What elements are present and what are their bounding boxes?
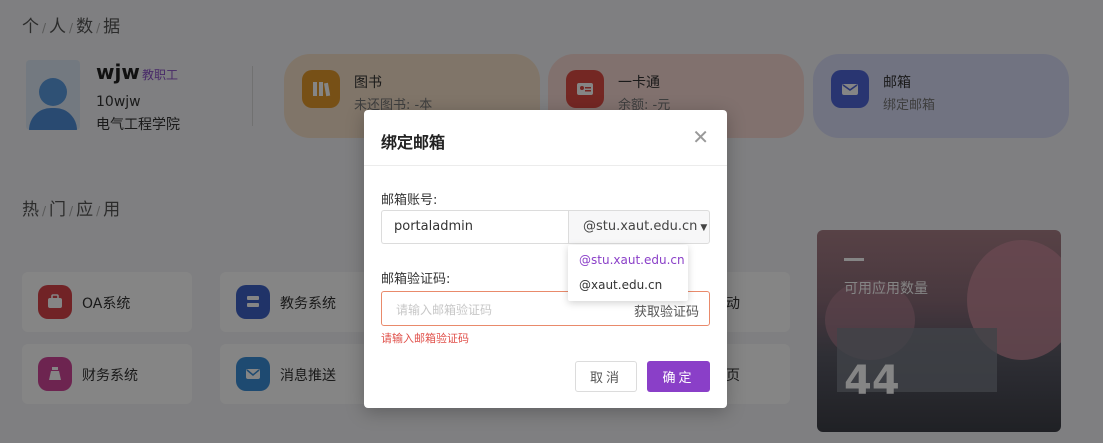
domain-option[interactable]: @xaut.edu.cn <box>579 278 662 292</box>
caret-down-icon: ▼ <box>700 223 708 233</box>
cancel-button[interactable]: 取消 <box>575 361 637 392</box>
dialog-header: 绑定邮箱 ✕ <box>364 110 727 166</box>
domain-option[interactable]: @stu.xaut.edu.cn <box>579 253 685 267</box>
email-account-label: 邮箱账号: <box>381 193 438 208</box>
email-account-input[interactable]: portaladmin <box>381 210 568 244</box>
dialog-title: 绑定邮箱 <box>381 133 446 152</box>
close-icon[interactable]: ✕ <box>692 127 709 147</box>
email-domain-select[interactable]: @stu.xaut.edu.cn ▼ <box>568 210 710 244</box>
verification-code-placeholder: 请输入邮箱验证码 <box>396 303 493 317</box>
email-domain-value: @stu.xaut.edu.cn <box>583 219 698 234</box>
verification-error-message: 请输入邮箱验证码 <box>381 332 469 345</box>
confirm-button[interactable]: 确定 <box>647 361 710 392</box>
get-code-button[interactable]: 获取验证码 <box>634 301 699 320</box>
verification-code-label: 邮箱验证码: <box>381 272 451 287</box>
email-domain-dropdown: @stu.xaut.edu.cn @xaut.edu.cn <box>568 245 688 301</box>
